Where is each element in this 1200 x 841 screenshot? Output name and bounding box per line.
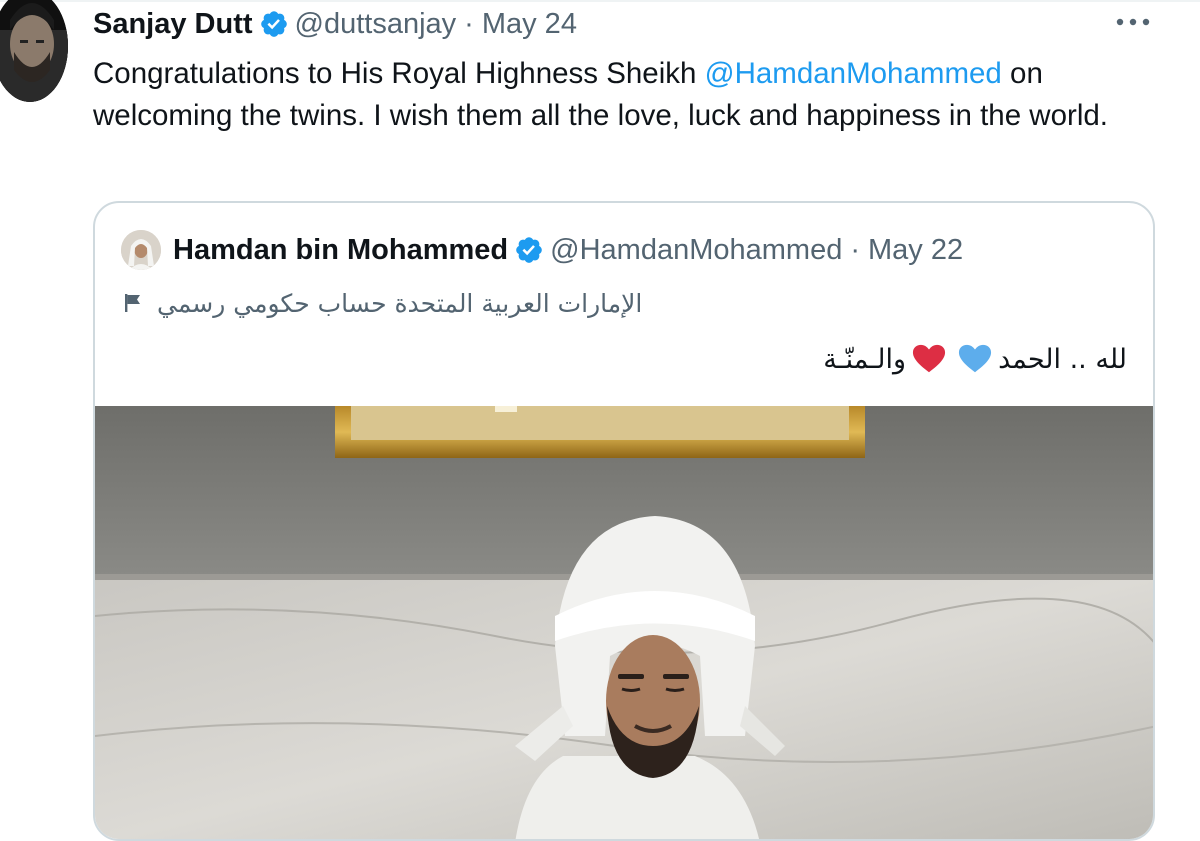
quoted-tweet-photo[interactable] (95, 406, 1153, 839)
tweet-date[interactable]: May 24 (482, 8, 577, 41)
quoted-text-part-2: والـمنّـة (823, 343, 907, 375)
more-options-icon (1116, 18, 1150, 26)
separator-dot: · (850, 233, 860, 266)
flag-icon (125, 294, 140, 312)
author-handle[interactable]: @duttsanjay (295, 8, 457, 41)
government-account-text: الإمارات العربية المتحدة حساب حكومي رسمي (157, 288, 643, 318)
more-options-button[interactable] (1110, 6, 1156, 38)
mention-link[interactable]: @HamdanMohammed (705, 57, 1002, 90)
tweet[interactable]: Sanjay Dutt @duttsanjay · May 24 Congrat… (0, 0, 1200, 841)
tweet-text: Congratulations to His Royal Highness Sh… (93, 53, 1133, 137)
author-name[interactable]: Sanjay Dutt (93, 8, 253, 41)
red-heart-icon (913, 344, 946, 373)
blue-heart-icon (959, 344, 992, 373)
quoted-author-name[interactable]: Hamdan bin Mohammed (173, 234, 508, 267)
quoted-text-part-1: لله .. الحمد (998, 343, 1127, 375)
author-avatar[interactable] (0, 0, 68, 102)
tweet-text-before: Congratulations to His Royal Highness Sh… (93, 57, 705, 90)
quoted-tweet-header: Hamdan bin Mohammed @HamdanMohammed · Ma… (121, 230, 963, 270)
quoted-author-handle[interactable]: @HamdanMohammed (550, 234, 842, 267)
quoted-author-avatar[interactable] (121, 230, 161, 270)
verified-badge-icon (260, 11, 287, 37)
tweet-header: Sanjay Dutt @duttsanjay · May 24 (93, 6, 577, 42)
government-account-label: الإمارات العربية المتحدة حساب حكومي رسمي (121, 285, 761, 321)
verified-badge-icon (516, 237, 542, 263)
separator-dot: · (464, 7, 474, 40)
quoted-tweet-card[interactable]: Hamdan bin Mohammed @HamdanMohammed · Ma… (93, 201, 1155, 841)
quoted-tweet-date[interactable]: May 22 (868, 234, 963, 267)
quoted-tweet-text: لله .. الحمد والـمنّـة (823, 339, 1127, 379)
